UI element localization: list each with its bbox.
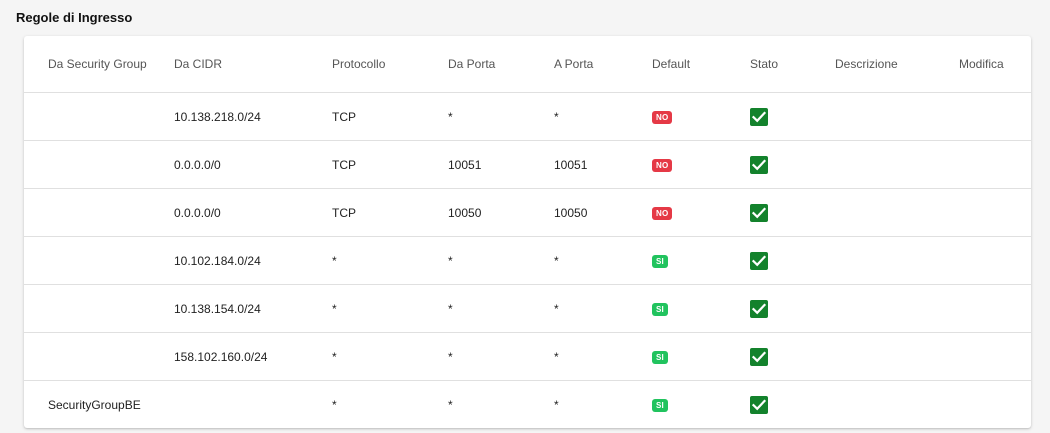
header-protocol[interactable]: Protocollo [332,36,448,93]
header-default[interactable]: Default [652,36,750,93]
cell-protocol: * [332,236,448,285]
cell-description [835,284,959,333]
table-row[interactable]: 0.0.0.0/0 TCP 10050 10050 NO [24,188,1031,237]
cell-status [750,332,835,381]
checkbox-checked-icon[interactable] [750,347,768,366]
cell-to-port: 10050 [554,188,652,237]
header-to-port[interactable]: A Porta [554,36,652,93]
default-badge: SI [652,303,668,316]
header-cidr[interactable]: Da CIDR [174,36,332,93]
cell-default: NO [652,140,750,189]
cell-security-group [24,140,174,189]
cell-security-group [24,92,174,141]
cell-edit[interactable] [959,92,1031,141]
checkbox-checked-icon[interactable] [750,203,768,222]
cell-security-group [24,332,174,381]
cell-default: NO [652,188,750,237]
cell-description [835,188,959,237]
cell-from-port: * [448,236,554,285]
table-row[interactable]: SecurityGroupBE * * * SI [24,381,1031,429]
table-row[interactable]: 10.138.154.0/24 * * * SI [24,284,1031,333]
checkbox-checked-icon[interactable] [750,107,768,126]
checkbox-checked-icon[interactable] [750,395,768,414]
table-row[interactable]: 10.102.184.0/24 * * * SI [24,236,1031,285]
cell-status [750,92,835,141]
default-badge: SI [652,351,668,364]
checkbox-checked-icon[interactable] [750,155,768,174]
cell-protocol: * [332,332,448,381]
header-edit[interactable]: Modifica [959,36,1031,93]
cell-default: NO [652,92,750,141]
cell-from-port: * [448,397,453,412]
cell-security-group [24,188,174,237]
ingress-rules-table: Da Security Group Da CIDR Protocollo Da … [24,36,1031,428]
cell-edit[interactable] [959,332,1031,381]
default-badge: SI [652,255,668,268]
cell-cidr: 10.102.184.0/24 [174,236,332,285]
cell-edit[interactable] [959,284,1031,333]
default-badge: SI [652,399,668,412]
checkbox-checked-icon[interactable] [750,299,768,318]
cell-default: SI [652,332,750,381]
cell-protocol: TCP [332,140,448,189]
cell-default: SI [652,284,750,333]
header-description[interactable]: Descrizione [835,36,959,93]
cell-cidr: 10.138.154.0/24 [174,284,332,333]
cell-from-port: * [448,284,554,333]
cell-edit[interactable] [959,188,1031,237]
cell-to-port: * [554,236,652,285]
cell-to-port: * [554,397,559,412]
cell-protocol: TCP [332,188,448,237]
cell-edit[interactable] [959,140,1031,189]
cell-to-port: 10051 [554,140,652,189]
cell-cidr: 10.138.218.0/24 [174,92,332,141]
cell-description [835,332,959,381]
cell-from-port: * [448,332,554,381]
default-badge: NO [652,159,673,172]
header-security-group[interactable]: Da Security Group [24,36,174,93]
cell-protocol: TCP [332,92,448,141]
header-status[interactable]: Stato [750,36,835,93]
cell-from-port: 10051 [448,140,554,189]
cell-status [750,188,835,237]
cell-description [835,381,959,429]
cell-default: SI [652,381,750,429]
cell-cidr: 0.0.0.0/0 [174,188,332,237]
cell-from-port: 10050 [448,188,554,237]
cell-security-group: SecurityGroupBE [48,397,141,412]
ingress-rules-card: Da Security Group Da CIDR Protocollo Da … [24,36,1031,428]
cell-description [835,236,959,285]
cell-cidr: 0.0.0.0/0 [174,140,332,189]
checkbox-checked-icon[interactable] [750,251,768,270]
table-row[interactable]: 10.138.218.0/24 TCP * * NO [24,92,1031,141]
table-row[interactable]: 0.0.0.0/0 TCP 10051 10051 NO [24,140,1031,189]
section-title: Regole di Ingresso [16,10,133,25]
cell-edit[interactable] [959,381,1031,429]
cell-status [750,140,835,189]
cell-status [750,284,835,333]
cell-security-group [24,236,174,285]
cell-to-port: * [554,332,652,381]
header-from-port[interactable]: Da Porta [448,36,554,93]
default-badge: NO [652,111,673,124]
table-header-row: Da Security Group Da CIDR Protocollo Da … [24,36,1031,93]
default-badge: NO [652,207,673,220]
cell-from-port: * [448,92,554,141]
cell-description [835,140,959,189]
cell-description [835,92,959,141]
cell-cidr [174,381,332,429]
cell-to-port: * [554,284,652,333]
table-row[interactable]: 158.102.160.0/24 * * * SI [24,332,1031,381]
cell-cidr: 158.102.160.0/24 [174,332,332,381]
cell-status [750,236,835,285]
cell-security-group [24,284,174,333]
cell-protocol: * [332,284,448,333]
cell-protocol: * [332,397,337,412]
cell-status [750,381,835,429]
cell-default: SI [652,236,750,285]
cell-to-port: * [554,92,652,141]
cell-edit[interactable] [959,236,1031,285]
